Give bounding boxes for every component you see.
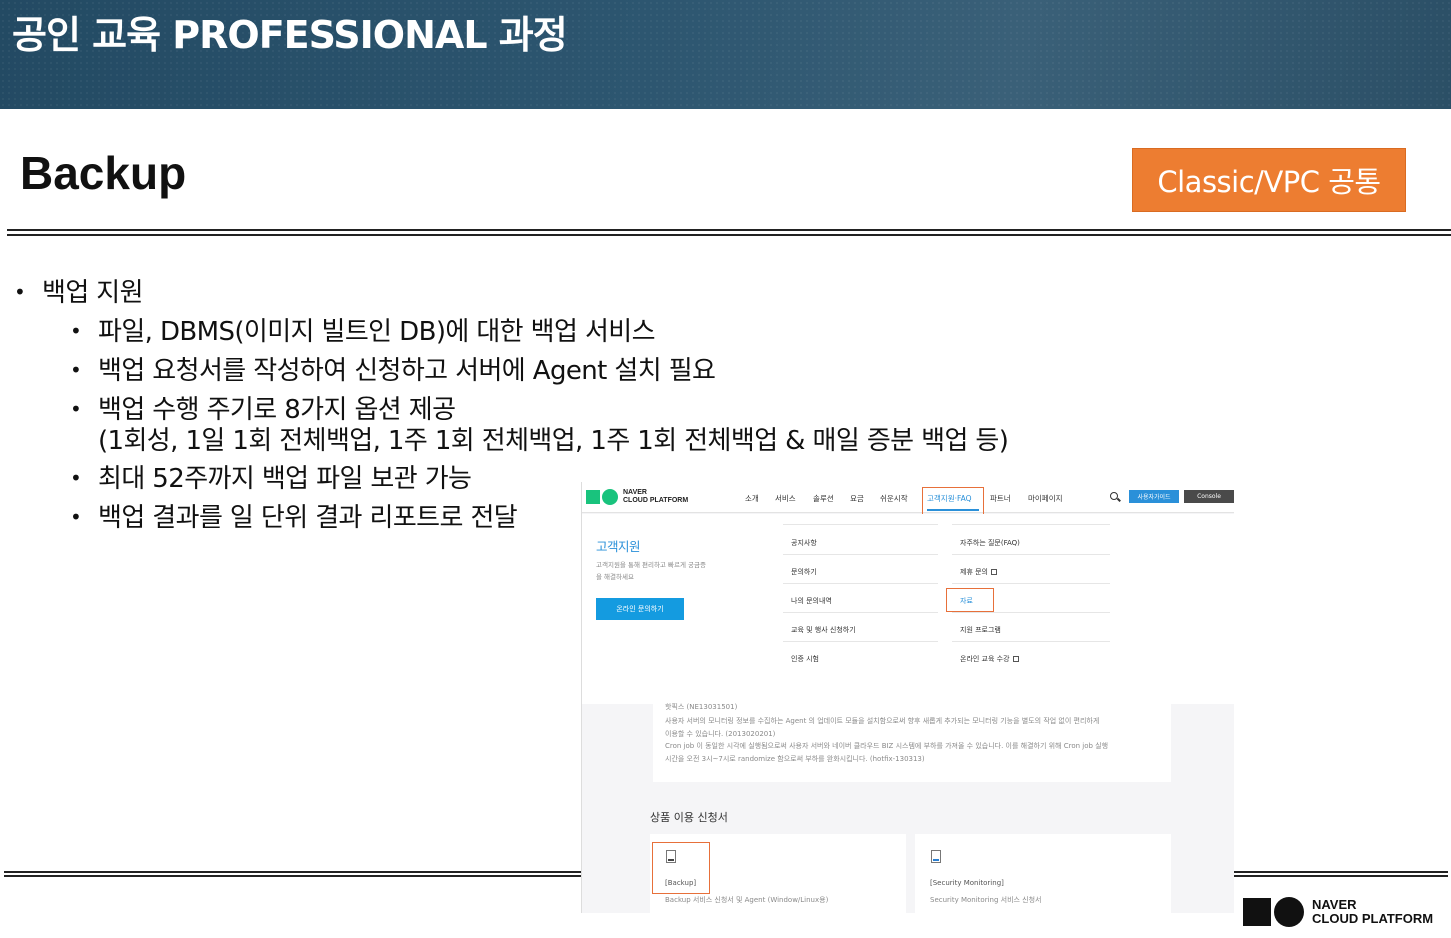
card-name: [Security Monitoring] bbox=[930, 879, 1004, 887]
support-mega-menu: 고객지원 고객지원을 통해 편리하고 빠르게 궁금증을 해결하세요 온라인 문의… bbox=[582, 514, 1234, 704]
divider bbox=[952, 641, 1110, 642]
highlight-box-resources bbox=[946, 588, 994, 612]
user-guide-button[interactable]: 사용자가이드 bbox=[1129, 490, 1179, 503]
menu-partners[interactable]: 파트너 bbox=[990, 493, 1011, 504]
external-link-icon bbox=[991, 569, 997, 575]
notice-line: 사용자 서버의 모니터링 정보를 수집하는 Agent 의 업데이트 모듈을 설… bbox=[665, 717, 1100, 725]
application-forms-title: 상품 이용 신청서 bbox=[650, 811, 728, 824]
document-icon bbox=[931, 850, 941, 863]
slide-title: Backup bbox=[20, 147, 187, 199]
bullet-dot: • bbox=[70, 319, 82, 343]
divider bbox=[783, 641, 938, 642]
bullet-dot: • bbox=[70, 505, 82, 529]
menu-getting-started[interactable]: 쉬운시작 bbox=[880, 493, 908, 504]
support-description: 고객지원을 통해 편리하고 빠르게 궁금증을 해결하세요 bbox=[596, 561, 706, 581]
bullet-sub-2: 백업 요청서를 작성하여 신청하고 서버에 Agent 설치 필요 bbox=[98, 356, 716, 386]
site-logo-line-1: NAVER bbox=[623, 489, 647, 496]
link-online-education[interactable]: 온라인 교육 수강 bbox=[960, 654, 1019, 664]
logo-circle-icon bbox=[1274, 897, 1304, 927]
link-events[interactable]: 교육 및 행사 신청하기 bbox=[791, 625, 856, 635]
logo-line-1: NAVER bbox=[1312, 897, 1357, 912]
divider bbox=[952, 554, 1110, 555]
site-nav: NAVER CLOUD PLATFORM 소개 서비스 솔루션 요금 쉬운시작 … bbox=[582, 482, 1234, 516]
link-my-inquiries[interactable]: 나의 문의내역 bbox=[791, 596, 832, 606]
menu-mypage[interactable]: 마이페이지 bbox=[1028, 493, 1063, 504]
divider bbox=[783, 612, 938, 613]
link-faq[interactable]: 자주하는 질문(FAQ) bbox=[960, 538, 1020, 548]
logo-square-icon bbox=[1243, 898, 1271, 926]
bullet-sub-3-detail: (1회성, 1일 1회 전체백업, 1주 1회 전체백업, 1주 1회 전체백업… bbox=[98, 426, 1009, 456]
top-divider bbox=[7, 229, 1451, 236]
highlight-box-support bbox=[922, 487, 984, 516]
bullet-dot: • bbox=[70, 466, 82, 490]
site-logo[interactable]: NAVER CLOUD PLATFORM bbox=[586, 489, 688, 505]
card-name: [Backup] bbox=[665, 879, 697, 887]
site-logo-square-icon bbox=[586, 490, 600, 504]
card-description: Backup 서비스 신청서 및 Agent (Window/Linux용) bbox=[665, 896, 829, 904]
site-logo-circle-icon bbox=[602, 489, 618, 505]
divider bbox=[783, 524, 938, 525]
active-menu-underline bbox=[927, 509, 979, 511]
console-button[interactable]: Console bbox=[1184, 490, 1234, 503]
site-logo-line-2: CLOUD PLATFORM bbox=[623, 497, 689, 504]
course-banner: 공인 교육 PROFESSIONAL 과정 bbox=[0, 0, 1451, 109]
logo-line-2: CLOUD PLATFORM bbox=[1312, 911, 1434, 926]
bullet-dot: • bbox=[14, 280, 26, 304]
naver-cloud-logo: NAVER CLOUD PLATFORM bbox=[1243, 897, 1433, 927]
link-contact[interactable]: 문의하기 bbox=[791, 567, 817, 577]
link-partnership-label: 제휴 문의 bbox=[960, 568, 988, 576]
release-notice-box: 핫픽스 (NE13031501) 사용자 서버의 모니터링 정보를 수집하는 A… bbox=[653, 703, 1171, 782]
menu-intro[interactable]: 소개 bbox=[745, 493, 759, 504]
security-monitoring-form-card[interactable]: [Security Monitoring] Security Monitorin… bbox=[915, 834, 1171, 913]
embedded-website-screenshot: NAVER CLOUD PLATFORM 소개 서비스 솔루션 요금 쉬운시작 … bbox=[581, 482, 1234, 913]
link-notices[interactable]: 공지사항 bbox=[791, 538, 817, 548]
course-title: 공인 교육 PROFESSIONAL 과정 bbox=[12, 13, 568, 57]
divider bbox=[783, 554, 938, 555]
divider bbox=[952, 524, 1110, 525]
search-icon[interactable] bbox=[1110, 492, 1118, 500]
bullet-sub-5: 백업 결과를 일 단위 결과 리포트로 전달 bbox=[98, 503, 518, 533]
menu-solutions[interactable]: 솔루션 bbox=[813, 493, 834, 504]
link-online-education-label: 온라인 교육 수강 bbox=[960, 655, 1010, 663]
backup-form-card[interactable]: [Backup] Backup 서비스 신청서 및 Agent (Window/… bbox=[650, 834, 906, 913]
notice-line: Cron job 이 동일한 시각에 실행됨으로써 사용자 서버와 네이버 클라… bbox=[665, 742, 1109, 750]
notice-line: 시간을 오전 3시~7시로 randomize 함으로써 부하를 완화시킵니다.… bbox=[665, 755, 925, 763]
site-logo-text: NAVER CLOUD PLATFORM bbox=[623, 489, 688, 505]
link-partnership[interactable]: 제휴 문의 bbox=[960, 567, 997, 577]
card-description: Security Monitoring 서비스 신청서 bbox=[930, 896, 1042, 904]
notice-line: 핫픽스 (NE13031501) bbox=[665, 703, 738, 711]
external-link-icon bbox=[1012, 656, 1019, 662]
link-support-programs[interactable]: 지원 프로그램 bbox=[960, 625, 1001, 635]
bullet-main: 백업 지원 bbox=[42, 278, 144, 308]
bullet-dot: • bbox=[70, 397, 82, 421]
document-icon bbox=[666, 850, 676, 863]
bullet-sub-1: 파일, DBMS(이미지 빌트인 DB)에 대한 백업 서비스 bbox=[98, 317, 656, 347]
online-inquiry-button[interactable]: 온라인 문의하기 bbox=[596, 598, 684, 620]
logo-text: NAVER CLOUD PLATFORM bbox=[1312, 898, 1433, 926]
divider bbox=[952, 612, 1110, 613]
support-title: 고객지원 bbox=[596, 539, 641, 554]
notice-line: 이용할 수 있습니다. (2013020201) bbox=[665, 730, 776, 738]
menu-services[interactable]: 서비스 bbox=[775, 493, 796, 504]
divider bbox=[783, 583, 938, 584]
menu-pricing[interactable]: 요금 bbox=[850, 493, 864, 504]
bullet-sub-4: 최대 52주까지 백업 파일 보관 가능 bbox=[98, 464, 472, 494]
divider bbox=[952, 583, 1110, 584]
scope-badge: Classic/VPC 공통 bbox=[1132, 148, 1406, 212]
bullet-dot: • bbox=[70, 358, 82, 382]
link-certification[interactable]: 인증 시험 bbox=[791, 654, 819, 664]
